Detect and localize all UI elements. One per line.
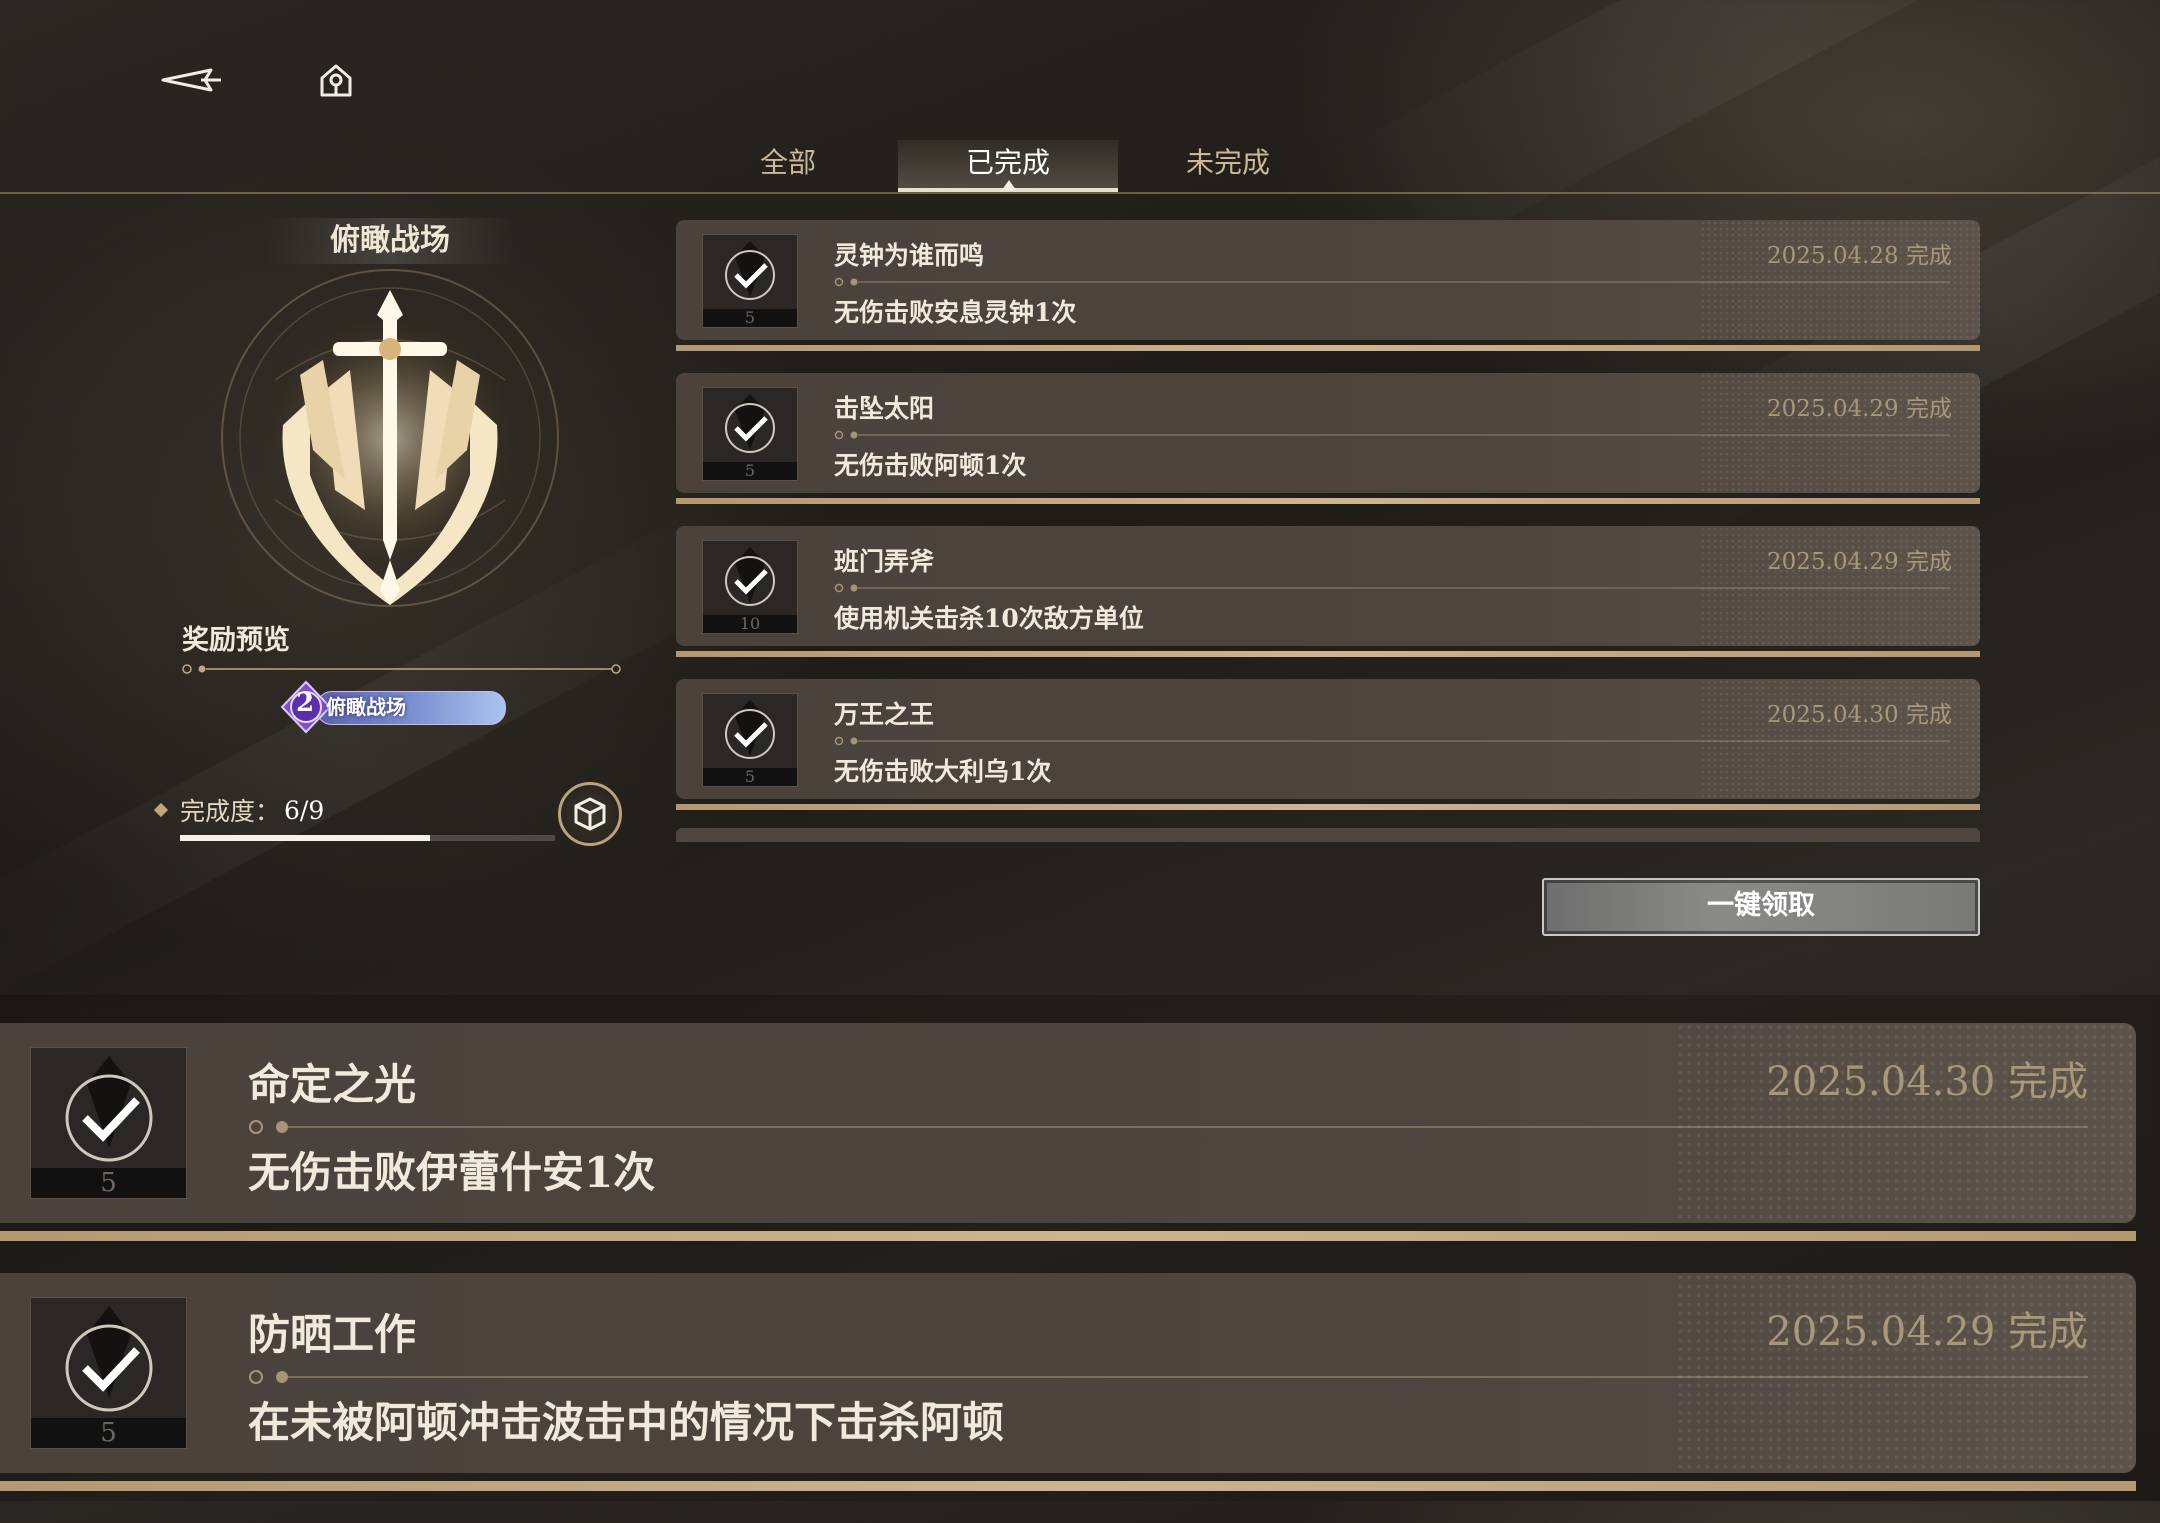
task-date: 2025.04.30 完成: [1767, 702, 1952, 728]
check-badge-icon: [725, 547, 775, 606]
task-date: 2025.04.30 完成: [1766, 1059, 2088, 1105]
task-description: 无伤击败大利乌1次: [834, 757, 1052, 786]
task-name: 命定之光: [248, 1060, 417, 1109]
icon-number: 5: [744, 461, 756, 480]
home-icon[interactable]: [304, 55, 368, 105]
claim-all-button[interactable]: 一键领取: [1542, 878, 1980, 936]
icon-number: 5: [100, 1168, 117, 1198]
tab-indicator-caret-icon: [1002, 180, 1016, 190]
sword-emblem-icon: [215, 260, 565, 610]
badge-level: 2: [295, 688, 315, 718]
reward-box-button[interactable]: [558, 782, 622, 846]
task-list: 5 灵钟为谁而鸣 2025.04.28 完成 无伤击败安息灵钟1次 5 击坠太阳…: [676, 220, 1980, 829]
icon-number: 5: [100, 1418, 117, 1448]
task-icon: 5: [702, 693, 798, 787]
task-underline: [676, 345, 1980, 351]
task-icon: 5: [702, 234, 798, 328]
task-icon: 5: [30, 1297, 187, 1449]
top-nav: [160, 55, 368, 105]
tab-all[interactable]: 全部: [678, 140, 898, 192]
zoomed-task-row: 5 命定之光 2025.04.30 完成 无伤击败伊蕾什安1次: [0, 1023, 2136, 1273]
task-underline: [0, 1231, 2136, 1241]
task-card[interactable]: 5 灵钟为谁而鸣 2025.04.28 完成 无伤击败安息灵钟1次: [676, 220, 1980, 340]
task-name: 班门弄斧: [834, 547, 935, 576]
task-description: 无伤击败安息灵钟1次: [834, 298, 1077, 327]
task-underline: [676, 804, 1980, 810]
task-date: 2025.04.29 完成: [1767, 549, 1952, 575]
task-divider: [834, 430, 1950, 440]
task-date: 2025.04.28 完成: [1767, 243, 1952, 269]
task-underline: [676, 498, 1980, 504]
tab-label: 已完成: [965, 146, 1050, 179]
task-card[interactable]: 5 万王之王 2025.04.30 完成 无伤击败大利乌1次: [676, 679, 1980, 799]
task-icon: 5: [702, 387, 798, 481]
reward-title-badge[interactable]: 2 俯瞰战场: [280, 680, 512, 734]
icon-number: 5: [744, 308, 756, 327]
task-name: 防晒工作: [248, 1310, 417, 1359]
task-divider: [834, 277, 1950, 287]
task-icon: 10: [702, 540, 798, 634]
task-divider: [834, 583, 1950, 593]
achievement-title: 俯瞰战场: [265, 218, 515, 264]
icon-number: 5: [744, 767, 756, 786]
task-row: 5 击坠太阳 2025.04.29 完成 无伤击败阿顿1次: [676, 373, 1980, 523]
check-badge-icon: [725, 394, 775, 453]
task-row: 10 班门弄斧 2025.04.29 完成 使用机关击杀10次敌方单位: [676, 526, 1980, 676]
task-row: 5 灵钟为谁而鸣 2025.04.28 完成 无伤击败安息灵钟1次: [676, 220, 1980, 370]
task-description: 无伤击败伊蕾什安1次: [248, 1148, 656, 1197]
completion-label: 完成度：: [180, 797, 281, 826]
tab-incomplete[interactable]: 未完成: [1118, 140, 1338, 192]
task-name: 击坠太阳: [834, 394, 935, 423]
task-underline: [676, 651, 1980, 657]
badge-name: 俯瞰战场: [326, 695, 406, 719]
zoomed-task-section: 5 命定之光 2025.04.30 完成 无伤击败伊蕾什安1次 5 防晒工作 2…: [0, 995, 2160, 1501]
task-card[interactable]: 5 击坠太阳 2025.04.29 完成 无伤击败阿顿1次: [676, 373, 1980, 493]
tab-completed[interactable]: 已完成: [898, 140, 1118, 192]
task-date: 2025.04.29 完成: [1767, 396, 1952, 422]
completion-progress-bar: [180, 835, 555, 841]
progress-fill: [180, 835, 431, 841]
check-badge-icon: [725, 700, 775, 759]
divider: [182, 660, 622, 674]
task-name: 灵钟为谁而鸣: [834, 241, 985, 270]
tab-bar: 全部 已完成 未完成: [0, 128, 2160, 194]
task-row: 5 万王之王 2025.04.30 完成 无伤击败大利乌1次: [676, 679, 1980, 829]
task-divider: [834, 736, 1950, 746]
task-date: 2025.04.29 完成: [1766, 1309, 2088, 1355]
task-description: 使用机关击杀10次敌方单位: [834, 604, 1144, 633]
reward-preview-label: 奖励预览: [182, 625, 290, 656]
back-arrow-icon[interactable]: [160, 55, 224, 105]
completion-value: 6/9: [284, 795, 325, 825]
check-badge-icon: [725, 241, 775, 300]
task-card[interactable]: 10 班门弄斧 2025.04.29 完成 使用机关击杀10次敌方单位: [676, 526, 1980, 646]
task-divider: [249, 1370, 2088, 1384]
diamond-icon: [153, 802, 169, 818]
task-divider: [249, 1120, 2088, 1134]
task-underline: [0, 1481, 2136, 1491]
zoomed-task-card[interactable]: 5 命定之光 2025.04.30 完成 无伤击败伊蕾什安1次: [0, 1023, 2136, 1223]
task-card-peek: [676, 828, 1980, 842]
zoomed-task-row: 5 防晒工作 2025.04.29 完成 在未被阿顿冲击波击中的情况下击杀阿顿: [0, 1273, 2136, 1523]
task-description: 无伤击败阿顿1次: [834, 451, 1027, 480]
cube-box-icon: [574, 797, 606, 831]
zoomed-task-card[interactable]: 5 防晒工作 2025.04.29 完成 在未被阿顿冲击波击中的情况下击杀阿顿: [0, 1273, 2136, 1473]
completion-row: 完成度： 6/9: [153, 792, 325, 828]
check-badge-icon: [65, 1056, 153, 1162]
task-description: 在未被阿顿冲击波击中的情况下击杀阿顿: [248, 1398, 1005, 1447]
task-name: 万王之王: [834, 700, 935, 729]
icon-number: 10: [739, 614, 761, 633]
check-badge-icon: [65, 1306, 153, 1412]
task-icon: 5: [30, 1047, 187, 1199]
